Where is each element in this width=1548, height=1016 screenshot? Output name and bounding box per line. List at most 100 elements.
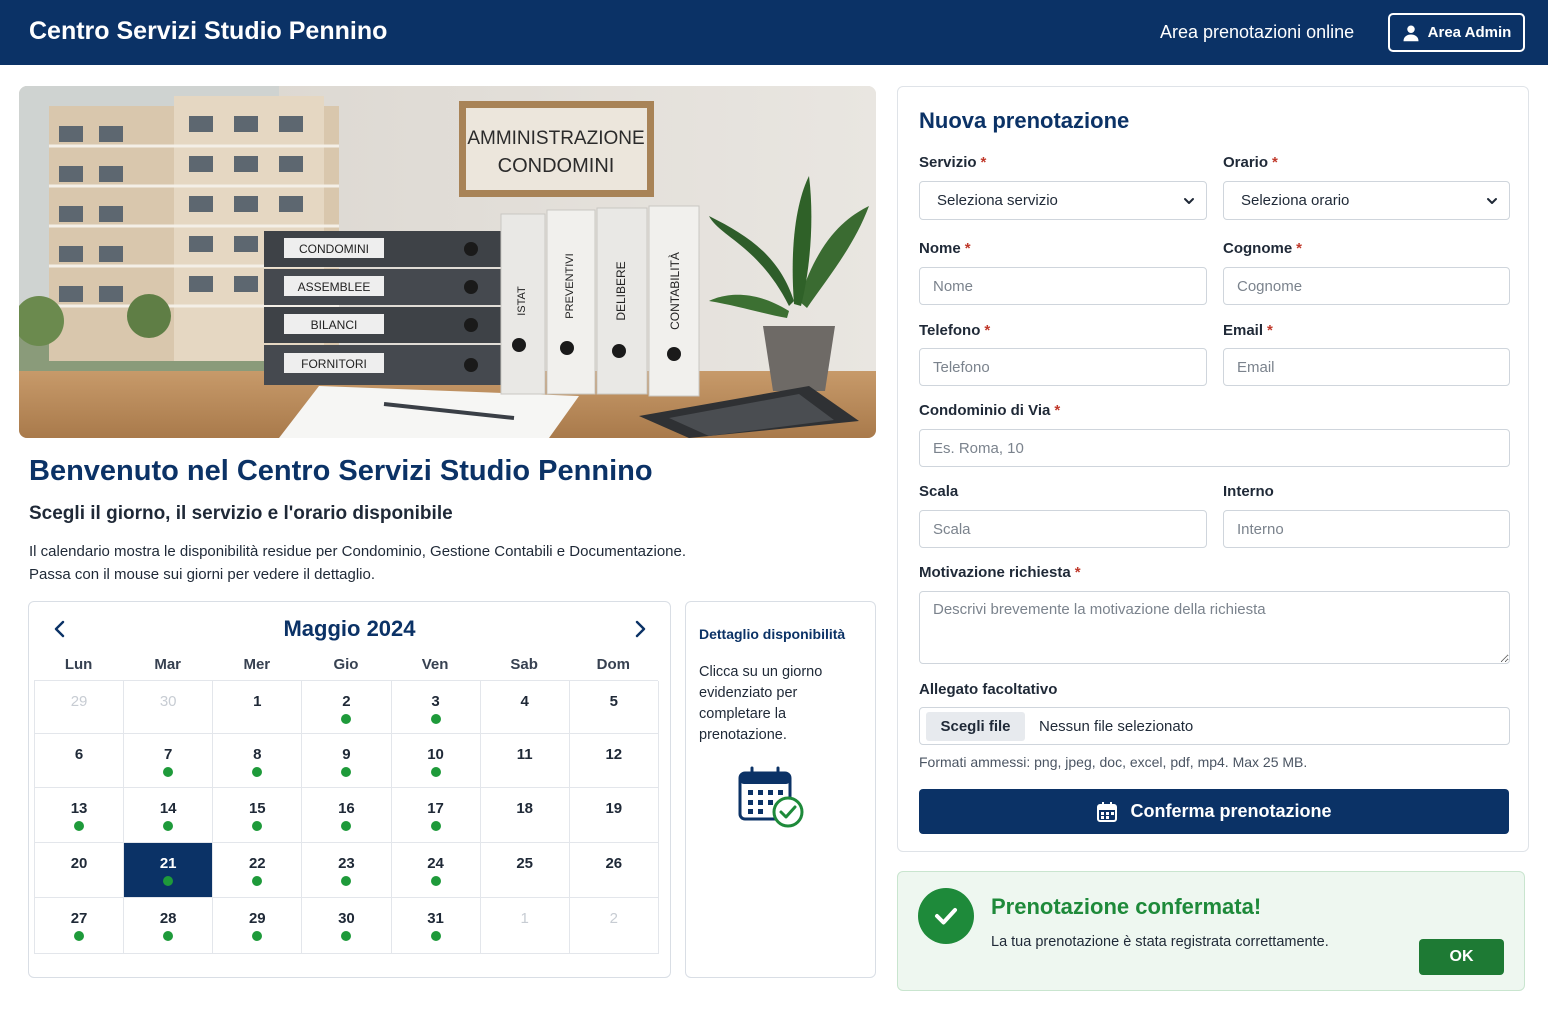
confirm-booking-button[interactable]: Conferma prenotazione — [919, 789, 1509, 834]
calendar-day[interactable]: 5 — [569, 681, 659, 734]
calendar-day[interactable]: 19 — [569, 788, 659, 843]
choose-file-button[interactable]: Scegli file — [926, 712, 1025, 741]
calendar-day[interactable]: 14 — [124, 788, 214, 843]
calendar-day[interactable]: 30 — [302, 898, 392, 954]
calendar-day-number: 24 — [427, 855, 444, 872]
availability-dot — [252, 767, 263, 777]
calendar-day-number: 28 — [159, 910, 177, 927]
telefono-input[interactable] — [919, 348, 1207, 386]
servizio-label: Servizio * — [919, 154, 987, 171]
binder-label: PREVENTIVI — [564, 253, 576, 318]
ok-button[interactable]: OK — [1419, 939, 1504, 975]
calendar-day[interactable]: 22 — [213, 843, 303, 898]
calendar-day-number: 9 — [342, 746, 351, 763]
calendar-day-number: 25 — [516, 855, 534, 872]
availability-dot — [252, 821, 263, 831]
calendar-day-number: 7 — [164, 746, 173, 763]
email-label: Email * — [1223, 322, 1273, 339]
calendar-day[interactable]: 6 — [35, 734, 125, 788]
calendar-day-number: 15 — [248, 800, 266, 817]
availability-dot — [163, 931, 174, 941]
calendar-day-selected[interactable]: 21 — [124, 843, 214, 898]
calendar-day[interactable]: 26 — [569, 843, 659, 898]
calendar-day[interactable]: 10 — [391, 734, 481, 788]
interno-input[interactable] — [1223, 510, 1510, 548]
calendar-day-number: 8 — [253, 746, 262, 763]
binder-label: CONTABILITÀ — [667, 252, 682, 330]
admin-area-button[interactable]: Area Admin — [1388, 13, 1525, 52]
calendar-day[interactable]: 16 — [302, 788, 392, 843]
chevron-down-icon — [1487, 198, 1497, 204]
calendar-day[interactable]: 3 — [391, 681, 481, 734]
email-input[interactable] — [1223, 348, 1510, 386]
calendar-day[interactable]: 20 — [35, 843, 125, 898]
page-description: Il calendario mostra le disponibilità re… — [29, 540, 829, 586]
cognome-input[interactable] — [1223, 267, 1510, 305]
calendar-day-number: 26 — [605, 855, 623, 872]
brand-title[interactable]: Centro Servizi Studio Pennino — [29, 17, 387, 46]
chevron-right-icon — [635, 620, 646, 638]
calendar-day[interactable]: 13 — [35, 788, 125, 843]
description-line: Passa con il mouse sui giorni per vedere… — [29, 566, 376, 583]
calendar-day[interactable]: 27 — [35, 898, 125, 954]
calendar-day[interactable]: 12 — [569, 734, 659, 788]
calendar-weekdays: Lun Mar Mer Gio Ven Sab Dom — [34, 656, 658, 673]
calendar-day[interactable]: 2 — [569, 898, 659, 954]
calendar-day-number: 10 — [427, 746, 444, 763]
calendar-icon — [1097, 801, 1118, 822]
weekday-label: Sab — [510, 656, 538, 673]
calendar-day-number: 20 — [70, 855, 88, 872]
calendar-day[interactable]: 29 — [35, 681, 125, 734]
availability-dot — [341, 767, 352, 777]
calendar-day[interactable]: 11 — [480, 734, 570, 788]
calendar-day[interactable]: 24 — [391, 843, 481, 898]
calendar-day[interactable]: 29 — [213, 898, 303, 954]
hero-illustration: AMMINISTRAZIONE CONDOMINI CONDOMINI ASSE… — [19, 86, 876, 438]
user-icon — [1403, 25, 1419, 41]
calendar-day[interactable]: 2 — [302, 681, 392, 734]
calendar-day[interactable]: 17 — [391, 788, 481, 843]
next-month-button[interactable] — [627, 616, 653, 642]
description-line: Il calendario mostra le disponibilità re… — [29, 543, 687, 560]
scala-label: Scala — [919, 483, 959, 500]
calendar-day-number: 2 — [609, 910, 618, 927]
nav-link-prenotazioni[interactable]: Area prenotazioni online — [1160, 22, 1354, 43]
calendar-day-number: 18 — [516, 800, 534, 817]
allegato-file-input[interactable]: Scegli file Nessun file selezionato — [919, 707, 1510, 745]
calendar-day[interactable]: 23 — [302, 843, 392, 898]
calendar-day-number: 17 — [427, 800, 444, 817]
binder-label: ASSEMBLEE — [298, 280, 371, 294]
orario-select-value: Seleziona orario — [1241, 192, 1350, 209]
calendar-day-number: 1 — [520, 910, 529, 927]
calendar-day[interactable]: 15 — [213, 788, 303, 843]
calendar-day[interactable]: 9 — [302, 734, 392, 788]
calendar-day[interactable]: 4 — [480, 681, 570, 734]
calendar-day-number: 30 — [338, 910, 355, 927]
orario-select[interactable]: Seleziona orario — [1223, 181, 1510, 220]
calendar-day-number: 27 — [70, 910, 88, 927]
motivazione-textarea[interactable] — [919, 591, 1510, 664]
top-bar: Centro Servizi Studio Pennino Area preno… — [0, 0, 1548, 65]
calendar-day-number: 22 — [248, 855, 266, 872]
calendar-day[interactable]: 31 — [391, 898, 481, 954]
form-title: Nuova prenotazione — [919, 108, 1130, 133]
calendar-day[interactable]: 8 — [213, 734, 303, 788]
binder-label: FORNITORI — [301, 357, 367, 371]
calendar-day[interactable]: 7 — [124, 734, 214, 788]
calendar-day[interactable]: 1 — [480, 898, 570, 954]
weekday-label: Dom — [596, 656, 630, 673]
calendar-day[interactable]: 30 — [124, 681, 214, 734]
calendar-day[interactable]: 28 — [124, 898, 214, 954]
servizio-select[interactable]: Seleziona servizio — [919, 181, 1207, 220]
nome-input[interactable] — [919, 267, 1207, 305]
condominio-input[interactable] — [919, 429, 1510, 467]
weekday-label: Lun — [64, 656, 93, 673]
availability-dot — [252, 931, 263, 941]
calendar-day[interactable]: 1 — [213, 681, 303, 734]
detail-title: Dettaglio disponibilità — [699, 626, 846, 642]
calendar-day[interactable]: 25 — [480, 843, 570, 898]
page-title: Benvenuto nel Centro Servizi Studio Penn… — [29, 455, 653, 487]
scala-input[interactable] — [919, 510, 1207, 548]
calendar-day[interactable]: 18 — [480, 788, 570, 843]
hero-sign-line2: CONDOMINI — [498, 155, 615, 177]
